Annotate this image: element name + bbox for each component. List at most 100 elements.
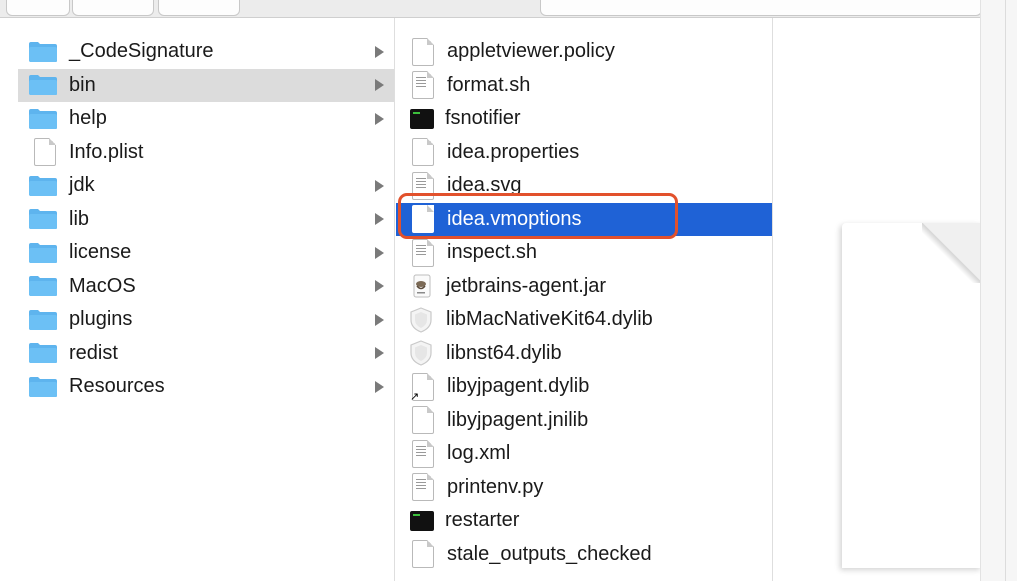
- folder-row[interactable]: help: [18, 102, 394, 136]
- library-shield-icon: [407, 339, 435, 367]
- folder-row[interactable]: bin: [18, 68, 394, 102]
- folder-icon: [28, 41, 58, 63]
- folder-icon: [28, 242, 58, 264]
- file-name: jetbrains-agent.jar: [446, 274, 607, 297]
- text-document-icon: [412, 71, 434, 100]
- parent-folder-column: _CodeSignaturebin help Info.plist jdk lib lic…: [18, 35, 394, 581]
- folder-name: license: [69, 241, 132, 264]
- file-row[interactable]: fsnotifier: [396, 102, 772, 136]
- folder-name: MacOS: [69, 274, 136, 297]
- folder-icon: [28, 275, 58, 297]
- search-field[interactable]: [540, 0, 982, 16]
- chevron-right-icon[interactable]: [375, 179, 384, 192]
- file-name: stale_outputs_checked: [447, 542, 652, 565]
- folder-icon: [28, 208, 58, 230]
- file-row[interactable]: stale_outputs_checked: [396, 538, 772, 572]
- file-name: libyjpagent.jnilib: [447, 408, 589, 431]
- file-row[interactable]: log.xml: [396, 437, 772, 471]
- chevron-right-icon[interactable]: [375, 112, 384, 125]
- folder-row[interactable]: license: [18, 236, 394, 270]
- column-divider[interactable]: [772, 18, 773, 581]
- chevron-right-icon[interactable]: [375, 246, 384, 259]
- folder-row[interactable]: redist: [18, 337, 394, 371]
- chevron-right-icon[interactable]: [375, 79, 384, 92]
- folder-icon: [28, 108, 58, 130]
- file-name: appletviewer.policy: [447, 40, 615, 63]
- chevron-right-icon[interactable]: [375, 313, 384, 326]
- file-name: format.sh: [447, 73, 531, 96]
- file-name: printenv.py: [447, 475, 544, 498]
- file-row[interactable]: restarter: [396, 504, 772, 538]
- folder-row[interactable]: plugins: [18, 303, 394, 337]
- folder-row[interactable]: MacOS: [18, 270, 394, 304]
- chevron-right-icon[interactable]: [375, 380, 384, 393]
- file-preview-icon: [842, 223, 982, 568]
- file-row[interactable]: libMacNativeKit64.dylib: [396, 303, 772, 337]
- folder-row[interactable]: jdk: [18, 169, 394, 203]
- folder-icon: [28, 309, 58, 331]
- toolbar: [0, 0, 982, 18]
- scroll-gutter[interactable]: [980, 0, 1017, 581]
- file-row[interactable]: idea.vmoptions: [396, 202, 772, 236]
- file-name: inspect.sh: [447, 241, 538, 264]
- folder-icon: [28, 342, 58, 364]
- file-row[interactable]: format.sh: [396, 69, 772, 103]
- column-divider[interactable]: [394, 18, 395, 581]
- folder-row[interactable]: _CodeSignature: [18, 35, 394, 69]
- alias-document-icon: ↗: [410, 372, 434, 402]
- back-button[interactable]: [6, 0, 70, 16]
- file-name: log.xml: [447, 442, 511, 465]
- chevron-right-icon[interactable]: [375, 45, 384, 58]
- file-name: libnst64.dylib: [446, 341, 562, 364]
- folder-icon: [28, 376, 58, 398]
- folder-icon: [28, 74, 58, 96]
- arrange-button[interactable]: [158, 0, 240, 16]
- folder-row[interactable]: lib: [18, 203, 394, 237]
- file-row[interactable]: Info.plist: [18, 136, 394, 170]
- document-icon: [412, 406, 434, 435]
- document-icon: [412, 138, 434, 167]
- folder-row[interactable]: Resources: [18, 370, 394, 404]
- text-document-icon: [412, 171, 434, 200]
- file-row[interactable]: idea.properties: [396, 136, 772, 170]
- text-document-icon: [412, 238, 434, 267]
- chevron-right-icon[interactable]: [375, 347, 384, 360]
- chevron-right-icon[interactable]: [375, 280, 384, 293]
- folder-name: plugins: [69, 308, 133, 331]
- file-row[interactable]: jetbrains-agent.jar: [396, 270, 772, 304]
- file-row[interactable]: libnst64.dylib: [396, 337, 772, 371]
- library-shield-icon: [407, 306, 435, 334]
- file-name: idea.properties: [447, 140, 580, 163]
- bin-folder-column: appletviewer.policy format.sh fsnotifier id…: [396, 35, 772, 581]
- terminal-executable-icon: [410, 108, 434, 129]
- file-row[interactable]: ↗ libyjpagent.dylib: [396, 370, 772, 404]
- document-icon: [412, 205, 434, 234]
- folder-name: lib: [69, 207, 90, 230]
- document-icon: [412, 540, 434, 569]
- view-mode-button[interactable]: [72, 0, 154, 16]
- text-document-icon: [412, 473, 434, 502]
- file-name: idea.vmoptions: [447, 207, 582, 230]
- file-name: libMacNativeKit64.dylib: [446, 308, 653, 331]
- terminal-executable-icon: [410, 510, 434, 531]
- file-row[interactable]: inspect.sh: [396, 236, 772, 270]
- file-row[interactable]: idea.svg: [396, 169, 772, 203]
- chevron-right-icon[interactable]: [375, 213, 384, 226]
- text-document-icon: [412, 439, 434, 468]
- folder-name: help: [69, 107, 107, 130]
- file-name: fsnotifier: [445, 107, 521, 130]
- folder-name: bin: [69, 73, 96, 96]
- document-icon: [412, 37, 434, 66]
- file-row[interactable]: libyjpagent.jnilib: [396, 404, 772, 438]
- java-jar-icon: [407, 272, 435, 300]
- file-name: idea.svg: [447, 174, 522, 197]
- folder-name: Resources: [69, 375, 165, 398]
- folder-name: jdk: [69, 174, 95, 197]
- file-name: libyjpagent.dylib: [447, 375, 590, 398]
- file-row[interactable]: appletviewer.policy: [396, 35, 772, 69]
- document-icon: [34, 138, 56, 167]
- folder-icon: [28, 175, 58, 197]
- folder-name: redist: [69, 341, 118, 364]
- folder-name: _CodeSignature: [69, 40, 214, 63]
- file-row[interactable]: printenv.py: [396, 471, 772, 505]
